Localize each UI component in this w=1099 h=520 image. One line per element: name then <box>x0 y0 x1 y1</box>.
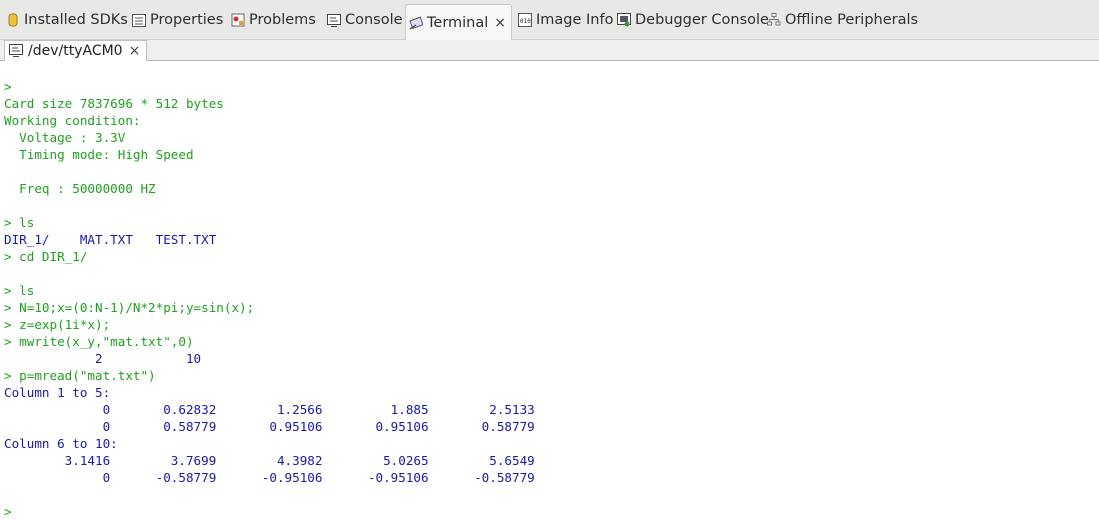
close-icon[interactable]: × <box>494 15 506 31</box>
terminal-session-bar: /dev/ttyACM0 × <box>0 40 1099 61</box>
subtab-label: /dev/ttyACM0 <box>28 43 123 59</box>
terminal-line: Card size 7837696 * 512 bytes <box>4 96 224 111</box>
console-icon <box>327 13 341 27</box>
terminal-line: > ls <box>4 215 35 230</box>
terminal-line: > <box>4 79 12 94</box>
problems-icon <box>231 13 245 27</box>
sdk-cylinder-icon <box>6 13 20 27</box>
tab-label: Terminal <box>427 14 489 31</box>
terminal-line: 0 -0.58779 -0.95106 -0.95106 -0.58779 <box>4 470 535 485</box>
terminal-line: > ls <box>4 283 35 298</box>
tab-properties[interactable]: Properties <box>132 0 223 40</box>
terminal-line: Timing mode: High Speed <box>4 147 194 162</box>
terminal-line: Column 1 to 5: <box>4 385 111 400</box>
terminal-line: Column 6 to 10: <box>4 436 118 451</box>
tab-label: Debugger Console <box>635 12 769 28</box>
tab-label: Properties <box>150 12 224 28</box>
terminal-line: Working condition: <box>4 113 141 128</box>
tab-label: Image Info <box>536 12 614 28</box>
svg-text:010: 010 <box>520 18 531 25</box>
tab-label: Problems <box>249 12 316 28</box>
terminal-line: Freq : 50000000 HZ <box>4 181 156 196</box>
terminal-line: DIR_1/ MAT.TXT TEST.TXT <box>4 232 217 247</box>
terminal-line: Voltage : 3.3V <box>4 130 126 145</box>
terminal-session-icon <box>9 44 23 58</box>
debugger-console-icon <box>617 13 631 27</box>
terminal-line: 3.1416 3.7699 4.3982 5.0265 5.6549 <box>4 453 535 468</box>
terminal-line: > <box>4 504 12 519</box>
tab-dev-ttyacm0[interactable]: /dev/ttyACM0 × <box>4 40 147 61</box>
close-icon[interactable]: × <box>129 43 141 59</box>
view-tab-bar: Installed SDKs Properties Problems Conso… <box>0 0 1099 40</box>
terminal-output[interactable]: > Card size 7837696 * 512 bytes Working co… <box>4 60 1094 520</box>
tab-image-info[interactable]: 010 Image Info <box>518 0 613 40</box>
tab-label: Installed SDKs <box>24 12 128 28</box>
terminal-line: > z=exp(1i*x); <box>4 317 111 332</box>
tab-debugger-console[interactable]: Debugger Console <box>617 0 769 40</box>
tab-offline-peripherals[interactable]: Offline Peripherals <box>767 0 918 40</box>
tab-installed-sdks[interactable]: Installed SDKs <box>6 0 128 40</box>
tab-problems[interactable]: Problems <box>231 0 316 40</box>
terminal-line: > p=mread("mat.txt") <box>4 368 156 383</box>
terminal-line: > mwrite(x_y,"mat.txt",0) <box>4 334 194 349</box>
terminal-line: 2 10 <box>4 351 202 366</box>
terminal-line: > N=10;x=(0:N-1)/N*2*pi;y=sin(x); <box>4 300 255 315</box>
image-info-icon: 010 <box>518 13 532 27</box>
peripherals-icon <box>767 13 781 27</box>
tab-terminal[interactable]: Terminal × <box>405 4 512 40</box>
terminal-line: > cd DIR_1/ <box>4 249 88 264</box>
tab-console[interactable]: Console <box>327 0 403 40</box>
terminal-line: 0 0.62832 1.2566 1.885 2.5133 <box>4 402 535 417</box>
tab-label: Offline Peripherals <box>785 12 919 28</box>
properties-icon <box>132 13 146 27</box>
terminal-line: 0 0.58779 0.95106 0.95106 0.58779 <box>4 419 535 434</box>
tab-label: Console <box>345 12 403 28</box>
terminal-icon <box>409 16 423 30</box>
